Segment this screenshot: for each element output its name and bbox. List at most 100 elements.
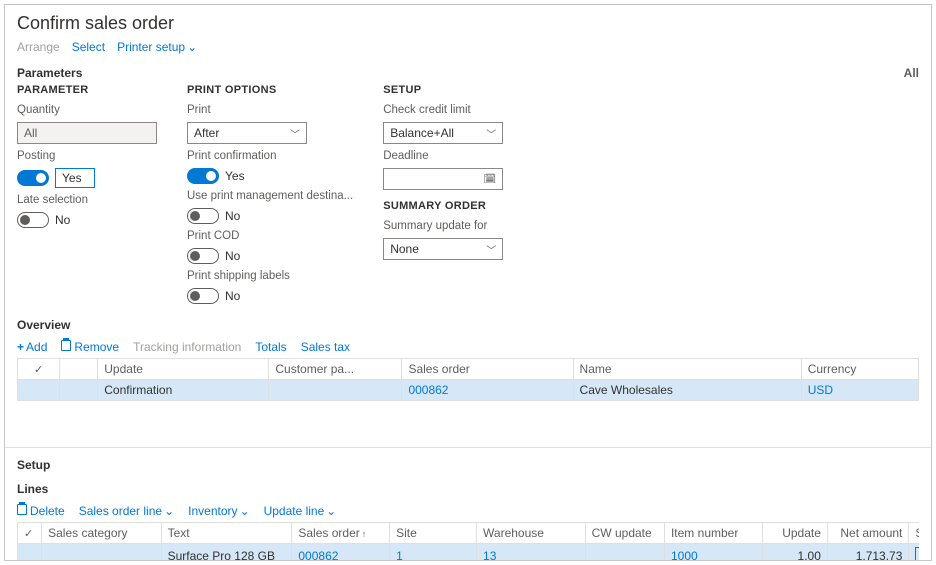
- table-row[interactable]: Confirmation 000862 Cave Wholesales USD: [18, 380, 919, 401]
- select-all-checkbox[interactable]: [18, 359, 60, 380]
- inventory-menu[interactable]: Inventory⌄: [188, 504, 249, 518]
- deadline-field[interactable]: 🗓: [383, 168, 503, 190]
- lines-header[interactable]: Lines: [5, 476, 931, 500]
- cell-currency[interactable]: USD: [801, 380, 918, 401]
- parameters-header[interactable]: Parameters All: [5, 60, 931, 84]
- cell-scrap[interactable]: [909, 544, 919, 562]
- update-line-menu[interactable]: Update line⌄: [264, 504, 337, 518]
- delete-button[interactable]: Delete: [17, 504, 65, 518]
- table-row[interactable]: Surface Pro 128 GB000862113 10001.001,713…: [18, 544, 920, 562]
- delete-label: Delete: [30, 504, 65, 518]
- overview-header[interactable]: Overview: [5, 312, 931, 336]
- quantity-label: Quantity: [17, 104, 157, 116]
- cell-item[interactable]: 1000: [664, 544, 762, 562]
- sort-asc-icon: ↑: [362, 529, 367, 539]
- summary-order-title: SUMMARY ORDER: [383, 200, 523, 212]
- chevron-down-icon: ⌄: [326, 504, 336, 518]
- print-select[interactable]: After﹀: [187, 122, 307, 144]
- print-confirmation-toggle[interactable]: [187, 168, 219, 184]
- parameters-expand-all[interactable]: All: [904, 66, 919, 80]
- totals-cmd[interactable]: Totals: [255, 340, 286, 354]
- chevron-down-icon: ⌄: [187, 40, 197, 54]
- deadline-label: Deadline: [383, 150, 523, 162]
- parameters-title: Parameters: [17, 66, 82, 80]
- scrap-checkbox[interactable]: [915, 547, 919, 561]
- calendar-icon[interactable]: 🗓: [484, 174, 497, 185]
- quantity-field: All: [17, 122, 157, 144]
- overview-table: Update Customer pa... Sales order Name C…: [17, 358, 919, 401]
- setup-group-title: SETUP: [383, 84, 523, 96]
- print-cod-value: No: [225, 249, 240, 263]
- col-customer[interactable]: Customer pa...: [269, 359, 402, 380]
- lines-select-all[interactable]: [18, 523, 42, 544]
- cell-sales-order[interactable]: 000862: [292, 544, 390, 562]
- remove-label: Remove: [74, 340, 119, 354]
- print-confirmation-label: Print confirmation: [187, 150, 353, 162]
- col-currency[interactable]: Currency: [801, 359, 918, 380]
- print-cod-label: Print COD: [187, 230, 353, 242]
- cell-site[interactable]: 1: [390, 544, 477, 562]
- summary-update-select[interactable]: None ﹀: [383, 238, 503, 260]
- printer-setup-cmd[interactable]: Printer setup⌄: [117, 40, 197, 54]
- setup-header[interactable]: Setup: [5, 452, 931, 476]
- cell-sales-order[interactable]: 000862: [402, 380, 573, 401]
- late-selection-label: Late selection: [17, 194, 157, 206]
- print-mgmt-value: No: [225, 209, 240, 223]
- summary-update-value: None: [390, 242, 419, 256]
- upd-label: Update line: [264, 504, 325, 518]
- late-selection-toggle[interactable]: [17, 212, 49, 228]
- command-bar: Arrange Select Printer setup⌄: [5, 38, 931, 60]
- lines-table: Sales category Text Sales order↑ Site Wa…: [17, 522, 919, 561]
- chevron-down-icon: ⌄: [164, 504, 174, 518]
- salestax-cmd[interactable]: Sales tax: [301, 340, 350, 354]
- chevron-down-icon: ﹀: [486, 242, 496, 257]
- cell-name[interactable]: Cave Wholesales: [573, 380, 801, 401]
- cell-text[interactable]: Surface Pro 128 GB: [161, 544, 292, 562]
- chevron-down-icon: ⌄: [240, 504, 250, 518]
- print-label: Print: [187, 104, 353, 116]
- col-scrap[interactable]: Scrap: [909, 523, 919, 544]
- col-sales-order-label: Sales order: [298, 526, 359, 540]
- parameter-group-title: PARAMETER: [17, 84, 157, 96]
- cell-category[interactable]: [42, 544, 161, 562]
- col-text[interactable]: Text: [161, 523, 292, 544]
- cell-update[interactable]: 1.00: [762, 544, 827, 562]
- posting-value-box[interactable]: Yes: [55, 168, 95, 188]
- col-item-number[interactable]: Item number: [664, 523, 762, 544]
- print-shipping-toggle[interactable]: [187, 288, 219, 304]
- col-name[interactable]: Name: [573, 359, 801, 380]
- col-update[interactable]: Update: [762, 523, 827, 544]
- select-cmd[interactable]: Select: [72, 40, 105, 54]
- credit-limit-select[interactable]: Balance+All﹀: [383, 122, 503, 144]
- col-cw-update[interactable]: CW update: [585, 523, 664, 544]
- parameter-group: PARAMETER Quantity All Posting Yes Late …: [17, 84, 157, 304]
- chevron-down-icon: ﹀: [290, 126, 300, 141]
- print-confirmation-value: Yes: [225, 169, 245, 183]
- col-sales-order[interactable]: Sales order↑: [292, 523, 390, 544]
- page-title: Confirm sales order: [5, 5, 931, 38]
- posting-toggle[interactable]: [17, 170, 49, 186]
- credit-limit-value: Balance+All: [390, 126, 454, 140]
- col-update[interactable]: Update: [98, 359, 269, 380]
- cell-update[interactable]: Confirmation: [98, 380, 269, 401]
- cell-net[interactable]: 1,713.73: [827, 544, 909, 562]
- sales-order-line-menu[interactable]: Sales order line⌄: [79, 504, 174, 518]
- col-warehouse[interactable]: Warehouse: [477, 523, 586, 544]
- cell-cw[interactable]: [585, 544, 664, 562]
- cell-customer[interactable]: [269, 380, 402, 401]
- col-site[interactable]: Site: [390, 523, 477, 544]
- tracking-info-cmd: Tracking information: [133, 340, 241, 354]
- add-button[interactable]: Add: [17, 340, 47, 354]
- col-sales-category[interactable]: Sales category: [42, 523, 161, 544]
- quantity-value: All: [24, 126, 37, 140]
- parameters-panel: PARAMETER Quantity All Posting Yes Late …: [5, 84, 931, 312]
- cell-warehouse[interactable]: 13: [477, 544, 586, 562]
- remove-button[interactable]: Remove: [61, 340, 119, 354]
- print-mgmt-toggle[interactable]: [187, 208, 219, 224]
- col-net-amount[interactable]: Net amount: [827, 523, 909, 544]
- col-sales-order[interactable]: Sales order: [402, 359, 573, 380]
- print-options-title: PRINT OPTIONS: [187, 84, 353, 96]
- arrange-cmd: Arrange: [17, 40, 60, 54]
- printer-setup-label: Printer setup: [117, 40, 185, 54]
- print-cod-toggle[interactable]: [187, 248, 219, 264]
